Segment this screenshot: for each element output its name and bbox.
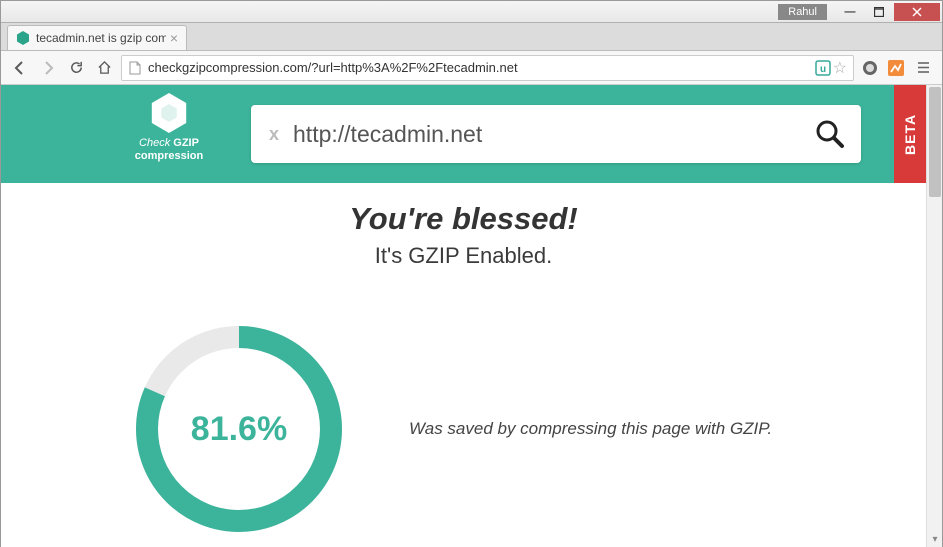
home-button[interactable] bbox=[93, 57, 115, 79]
user-badge: Rahul bbox=[778, 4, 827, 20]
scrollbar[interactable]: ▾ bbox=[926, 85, 942, 547]
compression-donut-chart: 81.6% bbox=[129, 319, 349, 539]
compression-percent: 81.6% bbox=[129, 319, 349, 539]
logo-hex-icon bbox=[149, 93, 189, 133]
close-button[interactable] bbox=[894, 3, 940, 21]
reload-button[interactable] bbox=[65, 57, 87, 79]
site-logo[interactable]: Check GZIP compression bbox=[109, 93, 229, 163]
bookmark-star-icon[interactable]: ☆ bbox=[833, 58, 847, 78]
result-row: 81.6% Was saved by compressing this page… bbox=[1, 269, 926, 539]
browser-toolbar: u ☆ bbox=[1, 51, 942, 85]
extension-icon-3[interactable] bbox=[886, 58, 906, 78]
result-description: Was saved by compressing this page with … bbox=[409, 419, 772, 439]
address-bar[interactable]: u ☆ bbox=[121, 55, 854, 81]
search-input[interactable] bbox=[293, 121, 809, 148]
menu-button[interactable] bbox=[912, 57, 934, 79]
search-box: x bbox=[251, 105, 861, 163]
browser-tab[interactable]: tecadmin.net is gzip comp × bbox=[7, 25, 187, 50]
extension-icon-1[interactable]: u bbox=[813, 58, 833, 78]
scroll-down-icon[interactable]: ▾ bbox=[927, 531, 942, 547]
beta-badge: BETA bbox=[894, 85, 926, 183]
back-button[interactable] bbox=[9, 57, 31, 79]
favicon-icon bbox=[16, 31, 30, 45]
logo-text: Check GZIP compression bbox=[109, 137, 229, 163]
result-heading: You're blessed! bbox=[1, 201, 926, 237]
result-subheading: It's GZIP Enabled. bbox=[1, 243, 926, 269]
viewport: ▾ Check GZIP compression x BETA You're b… bbox=[1, 85, 942, 547]
window-titlebar: Rahul — bbox=[1, 1, 942, 23]
tab-close-icon[interactable]: × bbox=[170, 30, 178, 46]
url-input[interactable] bbox=[148, 60, 813, 75]
extension-icon-2[interactable] bbox=[860, 58, 880, 78]
scrollbar-thumb[interactable] bbox=[929, 87, 941, 197]
maximize-button[interactable] bbox=[865, 3, 893, 21]
page-content: Check GZIP compression x BETA You're ble… bbox=[1, 85, 926, 547]
search-button[interactable] bbox=[809, 113, 851, 155]
page-icon bbox=[128, 61, 142, 75]
tab-title: tecadmin.net is gzip comp bbox=[36, 31, 166, 45]
site-header: Check GZIP compression x BETA bbox=[1, 85, 926, 183]
svg-text:u: u bbox=[820, 64, 826, 75]
forward-button[interactable] bbox=[37, 57, 59, 79]
main-content: You're blessed! It's GZIP Enabled. 81.6%… bbox=[1, 183, 926, 539]
clear-icon[interactable]: x bbox=[269, 124, 279, 145]
tab-strip: tecadmin.net is gzip comp × bbox=[1, 23, 942, 51]
minimize-button[interactable]: — bbox=[836, 3, 864, 21]
